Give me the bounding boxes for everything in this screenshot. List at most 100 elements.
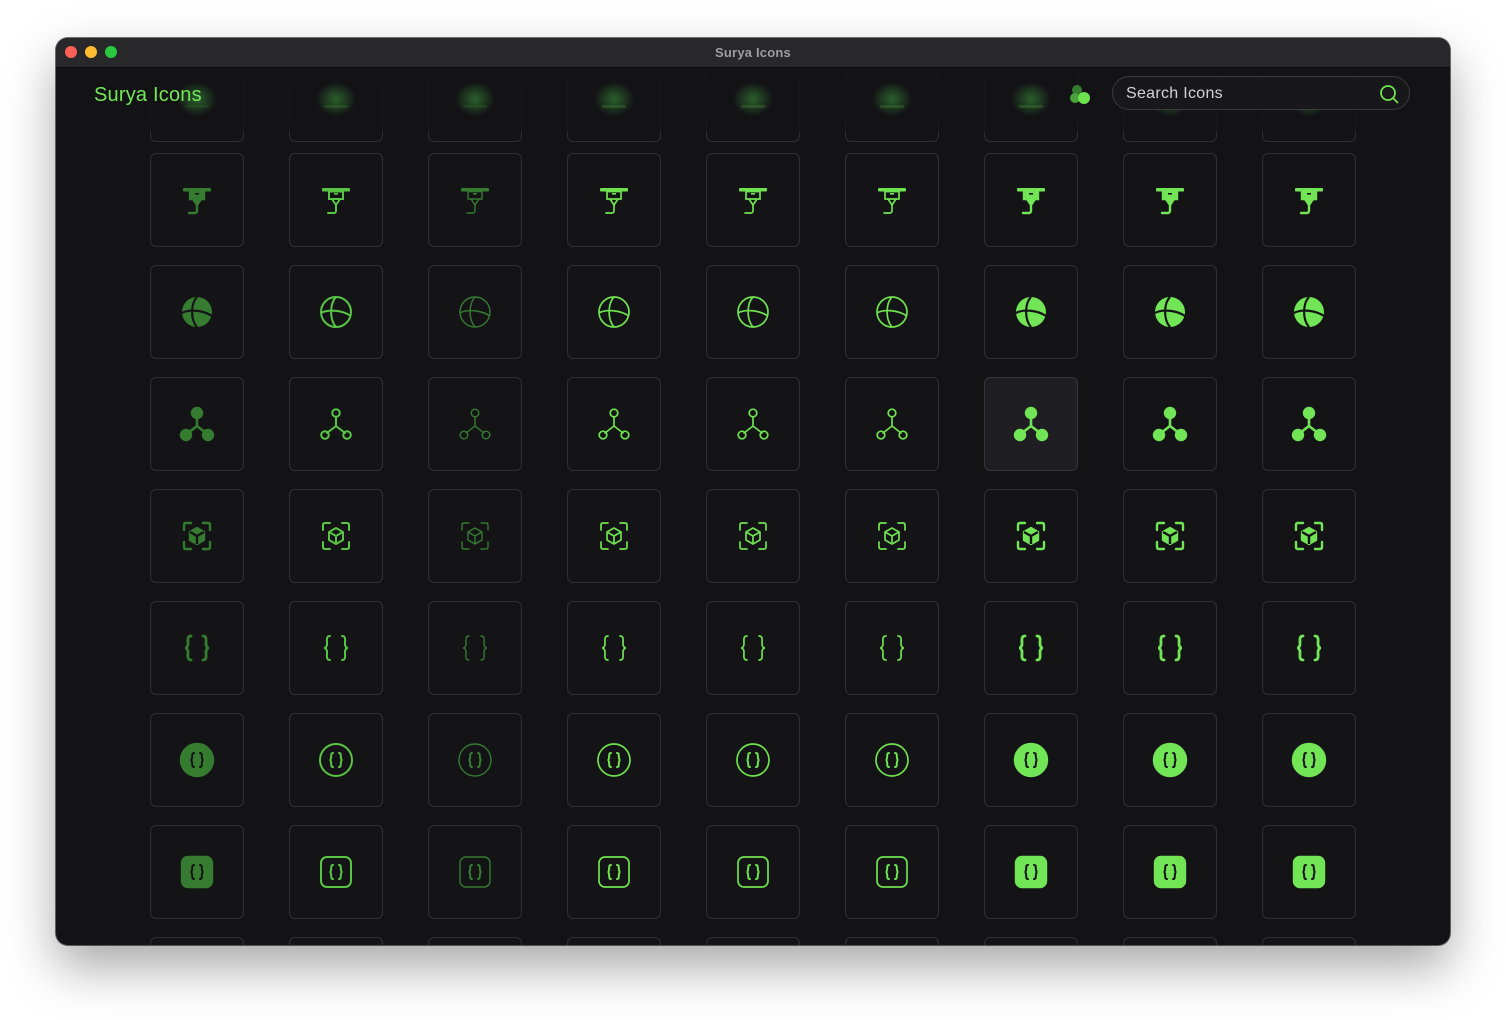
braces-code-icon (601, 635, 627, 661)
icon-tile[interactable] (1262, 713, 1356, 807)
icon-tile[interactable] (567, 601, 661, 695)
braces-circle-icon (597, 743, 631, 777)
ar-cube-scan-icon (600, 522, 628, 550)
braces-circle-icon (1291, 742, 1327, 778)
icon-tile[interactable] (1123, 601, 1217, 695)
sphere-globe-icon (459, 296, 491, 328)
icon-tile[interactable] (289, 489, 383, 583)
color-picker-icon[interactable] (1069, 83, 1093, 107)
icon-tile[interactable] (289, 153, 383, 247)
icon-tile[interactable] (984, 601, 1078, 695)
braces-circle-icon (319, 743, 353, 777)
header-glow (594, 82, 634, 116)
icon-tile[interactable] (1123, 713, 1217, 807)
icon-tile[interactable] (706, 377, 800, 471)
sphere-globe-icon (1293, 296, 1325, 328)
icon-tile[interactable] (706, 937, 800, 945)
icon-tile[interactable] (1123, 265, 1217, 359)
icon-tile[interactable] (1262, 489, 1356, 583)
icon-tile[interactable] (984, 937, 1078, 945)
icon-tile[interactable] (845, 153, 939, 247)
3d-printer-icon (600, 188, 628, 214)
icon-tile[interactable] (428, 601, 522, 695)
icon-tile[interactable] (845, 377, 939, 471)
icon-tile[interactable] (706, 265, 800, 359)
icon-tile[interactable] (428, 377, 522, 471)
braces-square-icon (876, 856, 908, 888)
braces-code-icon (462, 635, 488, 661)
sphere-globe-icon (181, 296, 213, 328)
braces-code-icon (879, 635, 905, 661)
icon-tile[interactable] (428, 937, 522, 945)
icon-tile[interactable] (567, 377, 661, 471)
icon-tile[interactable] (984, 265, 1078, 359)
icon-tile[interactable] (289, 825, 383, 919)
icon-tile[interactable] (845, 265, 939, 359)
icon-tile[interactable] (706, 601, 800, 695)
3d-printer-icon (461, 188, 489, 214)
icon-tile[interactable] (428, 713, 522, 807)
icon-tile[interactable] (567, 265, 661, 359)
icon-tile[interactable] (845, 489, 939, 583)
icon-tile[interactable] (984, 153, 1078, 247)
icon-tile[interactable] (1262, 265, 1356, 359)
icon-tile[interactable] (428, 153, 522, 247)
node-network-icon (876, 408, 908, 440)
icon-tile[interactable] (984, 489, 1078, 583)
app-window: Surya Icons Surya Icons (56, 38, 1450, 945)
icon-tile[interactable] (1123, 489, 1217, 583)
icon-tile[interactable] (567, 825, 661, 919)
braces-code-icon (323, 635, 349, 661)
ar-cube-scan-icon (739, 522, 767, 550)
icon-tile[interactable] (428, 489, 522, 583)
icon-tile[interactable] (150, 153, 244, 247)
icon-tile[interactable] (845, 601, 939, 695)
icon-tile[interactable] (706, 153, 800, 247)
icon-tile[interactable] (1262, 153, 1356, 247)
icon-tile[interactable] (150, 601, 244, 695)
icon-tile[interactable] (1123, 153, 1217, 247)
icon-tile[interactable] (706, 489, 800, 583)
icon-tile[interactable] (1123, 937, 1217, 945)
search-box[interactable] (1112, 76, 1410, 111)
search-icon[interactable] (1379, 84, 1399, 104)
icon-tile[interactable] (289, 601, 383, 695)
icon-tile[interactable] (150, 265, 244, 359)
braces-circle-icon (1152, 742, 1188, 778)
braces-circle-icon (875, 743, 909, 777)
braces-circle-icon (736, 743, 770, 777)
icon-tile[interactable] (567, 713, 661, 807)
icon-tile[interactable] (1262, 377, 1356, 471)
icon-tile[interactable] (150, 937, 244, 945)
icon-tile[interactable] (984, 713, 1078, 807)
icon-tile[interactable] (289, 937, 383, 945)
icon-tile[interactable] (150, 825, 244, 919)
ar-cube-scan-icon (1155, 521, 1185, 551)
search-input[interactable] (1124, 77, 1368, 111)
header-glow (316, 82, 356, 116)
icon-tile[interactable] (428, 825, 522, 919)
icon-tile[interactable] (845, 713, 939, 807)
icon-tile[interactable] (1262, 937, 1356, 945)
icon-tile[interactable] (706, 825, 800, 919)
icon-tile[interactable] (1262, 601, 1356, 695)
icon-tile[interactable] (567, 937, 661, 945)
icon-tile[interactable] (984, 825, 1078, 919)
icon-tile[interactable] (428, 265, 522, 359)
icon-tile[interactable] (706, 713, 800, 807)
icon-tile[interactable] (567, 489, 661, 583)
icon-tile[interactable] (150, 713, 244, 807)
icon-tile[interactable] (150, 489, 244, 583)
icon-tile[interactable] (1123, 825, 1217, 919)
icon-tile[interactable] (150, 377, 244, 471)
braces-circle-icon (458, 743, 492, 777)
icon-tile[interactable] (845, 937, 939, 945)
icon-tile[interactable] (984, 377, 1078, 471)
icon-tile[interactable] (567, 153, 661, 247)
icon-tile[interactable] (1123, 377, 1217, 471)
icon-tile[interactable] (289, 377, 383, 471)
icon-tile[interactable] (1262, 825, 1356, 919)
icon-tile[interactable] (289, 265, 383, 359)
icon-tile[interactable] (289, 713, 383, 807)
icon-tile[interactable] (845, 825, 939, 919)
